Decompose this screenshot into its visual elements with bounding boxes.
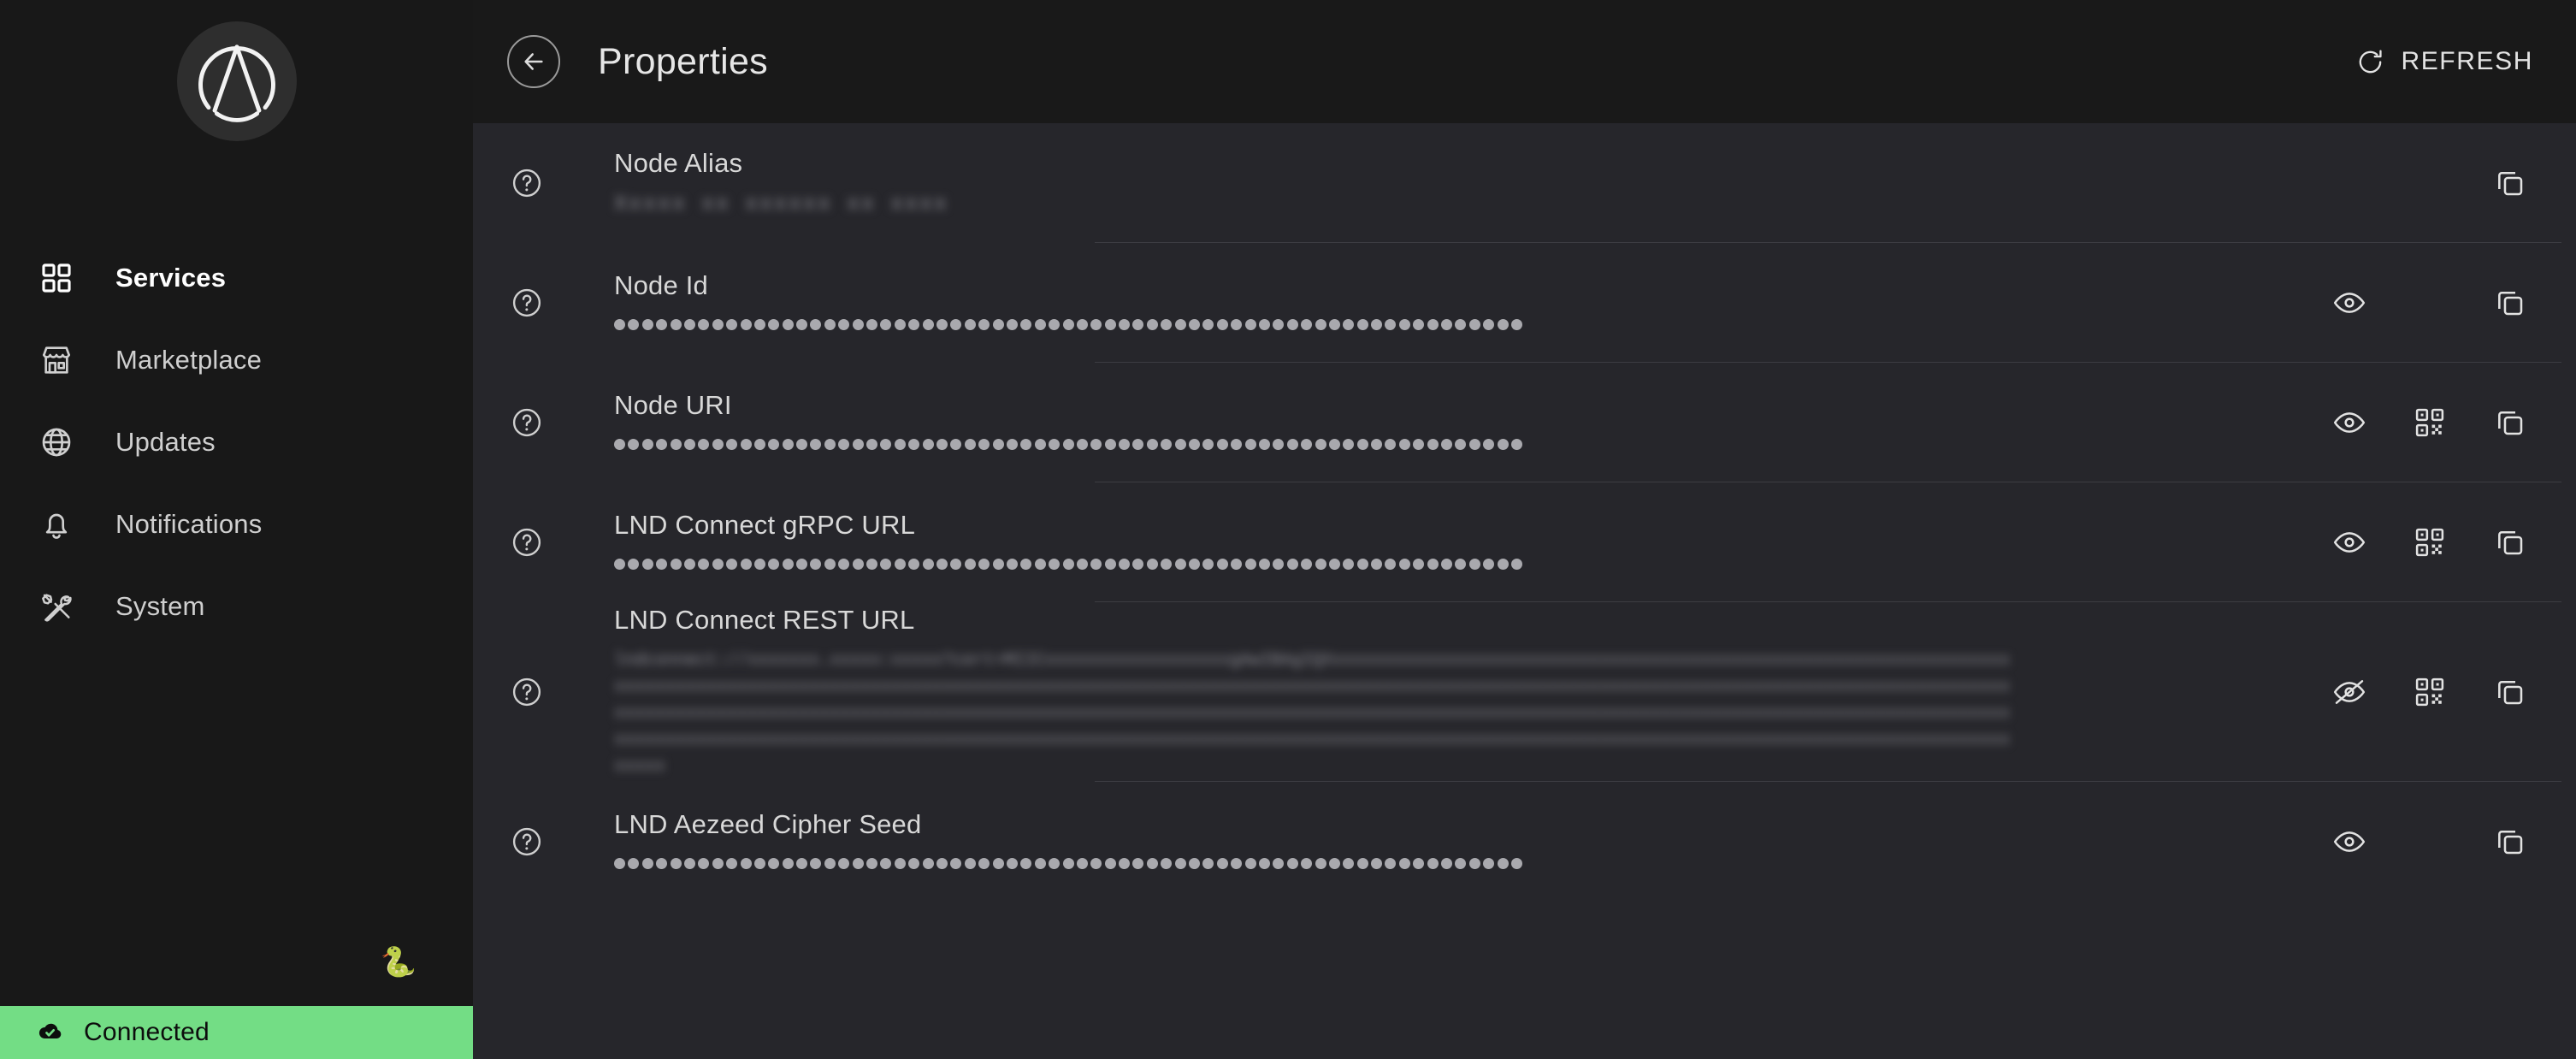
property-label: LND Connect gRPC URL bbox=[614, 510, 916, 540]
copy-icon[interactable] bbox=[2484, 666, 2537, 719]
property-label: Node Id bbox=[614, 270, 708, 300]
help-icon[interactable] bbox=[507, 672, 547, 712]
logo-container bbox=[0, 0, 473, 141]
sidebar-item-updates[interactable]: Updates bbox=[0, 401, 473, 483]
main-panel: Properties REFRESH Node Alias Xxxxx xx xx… bbox=[473, 0, 2576, 1059]
qr-icon[interactable] bbox=[2403, 396, 2456, 449]
sidebar-item-label: System bbox=[115, 591, 205, 621]
property-body: Node Id bbox=[547, 270, 2237, 335]
refresh-button[interactable]: REFRESH bbox=[2352, 38, 2537, 86]
eye-icon[interactable] bbox=[2323, 276, 2376, 329]
property-label: LND Connect REST URL bbox=[614, 604, 915, 635]
property-row: Node URI bbox=[473, 363, 2576, 482]
property-actions bbox=[2237, 666, 2537, 719]
sidebar: Services Marketplace Updates Notificatio… bbox=[0, 0, 473, 1059]
copy-icon[interactable] bbox=[2484, 276, 2537, 329]
property-actions bbox=[2237, 815, 2537, 868]
redacted-value: Xxxxx xx xxxxxx xx xxxx bbox=[614, 192, 949, 216]
sidebar-item-system[interactable]: System bbox=[0, 565, 473, 648]
properties-list: Node Alias Xxxxx xx xxxxxx xx xxxx Node Id… bbox=[473, 123, 2576, 1059]
help-icon[interactable] bbox=[507, 163, 547, 203]
sidebar-item-label: Marketplace bbox=[115, 345, 263, 375]
topbar: Properties REFRESH bbox=[473, 0, 2576, 123]
arrow-left-icon bbox=[520, 48, 547, 75]
sidebar-item-label: Updates bbox=[115, 427, 216, 457]
sidebar-item-label: Services bbox=[115, 263, 227, 293]
property-body: LND Aezeed Cipher Seed bbox=[547, 809, 2237, 874]
property-value bbox=[614, 852, 2237, 874]
snake-emoji-icon: 🐍 bbox=[380, 946, 417, 979]
property-row: Node Alias Xxxxx xx xxxxxx xx xxxx bbox=[473, 123, 2576, 243]
refresh-label: REFRESH bbox=[2401, 47, 2533, 75]
sidebar-item-marketplace[interactable]: Marketplace bbox=[0, 319, 473, 401]
bell-icon bbox=[32, 500, 80, 548]
property-value: Xxxxx xx xxxxxx xx xxxx bbox=[614, 191, 2237, 218]
sidebar-item-services[interactable]: Services bbox=[0, 237, 473, 319]
property-value bbox=[614, 313, 2237, 335]
sidebar-item-label: Notifications bbox=[115, 509, 263, 539]
copy-icon[interactable] bbox=[2484, 157, 2537, 210]
grid-icon bbox=[32, 254, 80, 302]
sidebar-nav: Services Marketplace Updates Notificatio… bbox=[0, 237, 473, 648]
property-label: Node Alias bbox=[614, 148, 743, 178]
property-body: Node Alias Xxxxx xx xxxxxx xx xxxx bbox=[547, 148, 2237, 218]
tools-icon bbox=[32, 583, 80, 630]
property-row: LND Connect gRPC URL bbox=[473, 482, 2576, 602]
qr-icon[interactable] bbox=[2403, 666, 2456, 719]
copy-icon[interactable] bbox=[2484, 516, 2537, 569]
connection-status-label: Connected bbox=[84, 1018, 210, 1046]
eye-off-icon[interactable] bbox=[2323, 666, 2376, 719]
umbrel-logo bbox=[176, 21, 297, 141]
property-row: Node Id bbox=[473, 243, 2576, 363]
help-icon[interactable] bbox=[507, 523, 547, 562]
property-row: LND Connect REST URL lndconnect://xxxxxxx… bbox=[473, 602, 2576, 782]
property-actions bbox=[2237, 396, 2537, 449]
connection-status-bar[interactable]: Connected bbox=[0, 1006, 473, 1059]
masked-value bbox=[614, 852, 2237, 874]
globe-icon bbox=[32, 418, 80, 466]
property-body: LND Connect gRPC URL bbox=[547, 510, 2237, 575]
help-icon[interactable] bbox=[507, 403, 547, 442]
masked-value bbox=[614, 553, 2237, 575]
help-icon[interactable] bbox=[507, 283, 547, 322]
property-value bbox=[614, 433, 2237, 455]
property-label: Node URI bbox=[614, 390, 732, 420]
property-body: LND Connect REST URL lndconnect://xxxxxxx… bbox=[547, 605, 2237, 780]
masked-value bbox=[614, 433, 2237, 455]
property-actions bbox=[2237, 516, 2537, 569]
property-row: LND Aezeed Cipher Seed bbox=[473, 782, 2576, 902]
property-actions bbox=[2237, 157, 2537, 210]
copy-icon[interactable] bbox=[2484, 815, 2537, 868]
back-button[interactable] bbox=[507, 35, 560, 88]
property-value bbox=[614, 553, 2237, 575]
app-root: Services Marketplace Updates Notificatio… bbox=[0, 0, 2576, 1059]
eye-icon[interactable] bbox=[2323, 815, 2376, 868]
page-title: Properties bbox=[598, 40, 768, 82]
sidebar-item-notifications[interactable]: Notifications bbox=[0, 483, 473, 565]
refresh-icon bbox=[2355, 47, 2385, 77]
eye-icon[interactable] bbox=[2323, 396, 2376, 449]
cloud-check-icon bbox=[32, 1016, 65, 1049]
property-body: Node URI bbox=[547, 390, 2237, 455]
help-icon[interactable] bbox=[507, 822, 547, 861]
property-label: LND Aezeed Cipher Seed bbox=[614, 809, 922, 839]
masked-value bbox=[614, 313, 2237, 335]
storefront-icon bbox=[32, 336, 80, 384]
property-actions bbox=[2237, 276, 2537, 329]
property-value: lndconnect://xxxxxxx.xxxxx:xxxxx?cert=MI… bbox=[614, 648, 2237, 780]
redacted-value: lndconnect://xxxxxxx.xxxxx:xxxxx?cert=MI… bbox=[614, 650, 2011, 777]
qr-icon[interactable] bbox=[2403, 516, 2456, 569]
eye-icon[interactable] bbox=[2323, 516, 2376, 569]
copy-icon[interactable] bbox=[2484, 396, 2537, 449]
